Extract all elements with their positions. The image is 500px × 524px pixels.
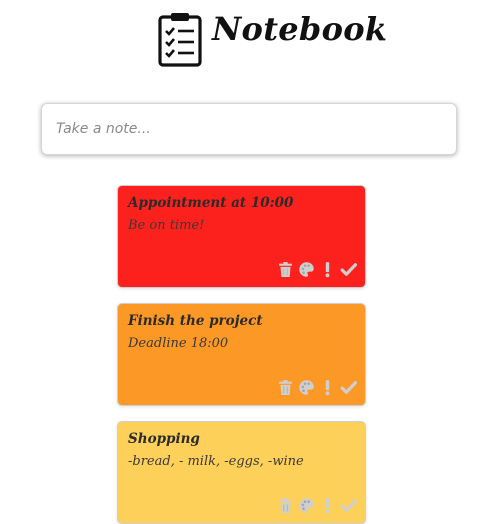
exclamation-icon[interactable] (319, 497, 336, 514)
note-card[interactable]: Shopping -bread, - milk, -eggs, -wine (117, 421, 366, 524)
app-title: Notebook (212, 10, 388, 48)
take-note-input[interactable] (41, 103, 457, 155)
clipboard-checklist-icon (158, 13, 202, 67)
check-icon[interactable] (340, 379, 357, 396)
note-actions (277, 496, 357, 514)
palette-icon[interactable] (298, 497, 315, 514)
note-title: Appointment at 10:00 (128, 195, 294, 211)
palette-icon[interactable] (298, 379, 315, 396)
note-title: Finish the project (128, 313, 263, 329)
palette-icon[interactable] (298, 261, 315, 278)
check-icon[interactable] (340, 261, 357, 278)
note-actions (277, 378, 357, 396)
trash-icon[interactable] (277, 497, 294, 514)
note-card[interactable]: Finish the project Deadline 18:00 (117, 303, 366, 406)
trash-icon[interactable] (277, 261, 294, 278)
exclamation-icon[interactable] (319, 261, 336, 278)
note-card[interactable]: Appointment at 10:00 Be on time! (117, 185, 366, 288)
check-icon[interactable] (340, 497, 357, 514)
trash-icon[interactable] (277, 379, 294, 396)
exclamation-icon[interactable] (319, 379, 336, 396)
note-body: Deadline 18:00 (128, 336, 229, 351)
app-header: Notebook (0, 0, 500, 78)
note-title: Shopping (128, 431, 200, 447)
note-body: -bread, - milk, -eggs, -wine (128, 454, 304, 469)
note-body: Be on time! (128, 218, 205, 233)
note-actions (277, 260, 357, 278)
